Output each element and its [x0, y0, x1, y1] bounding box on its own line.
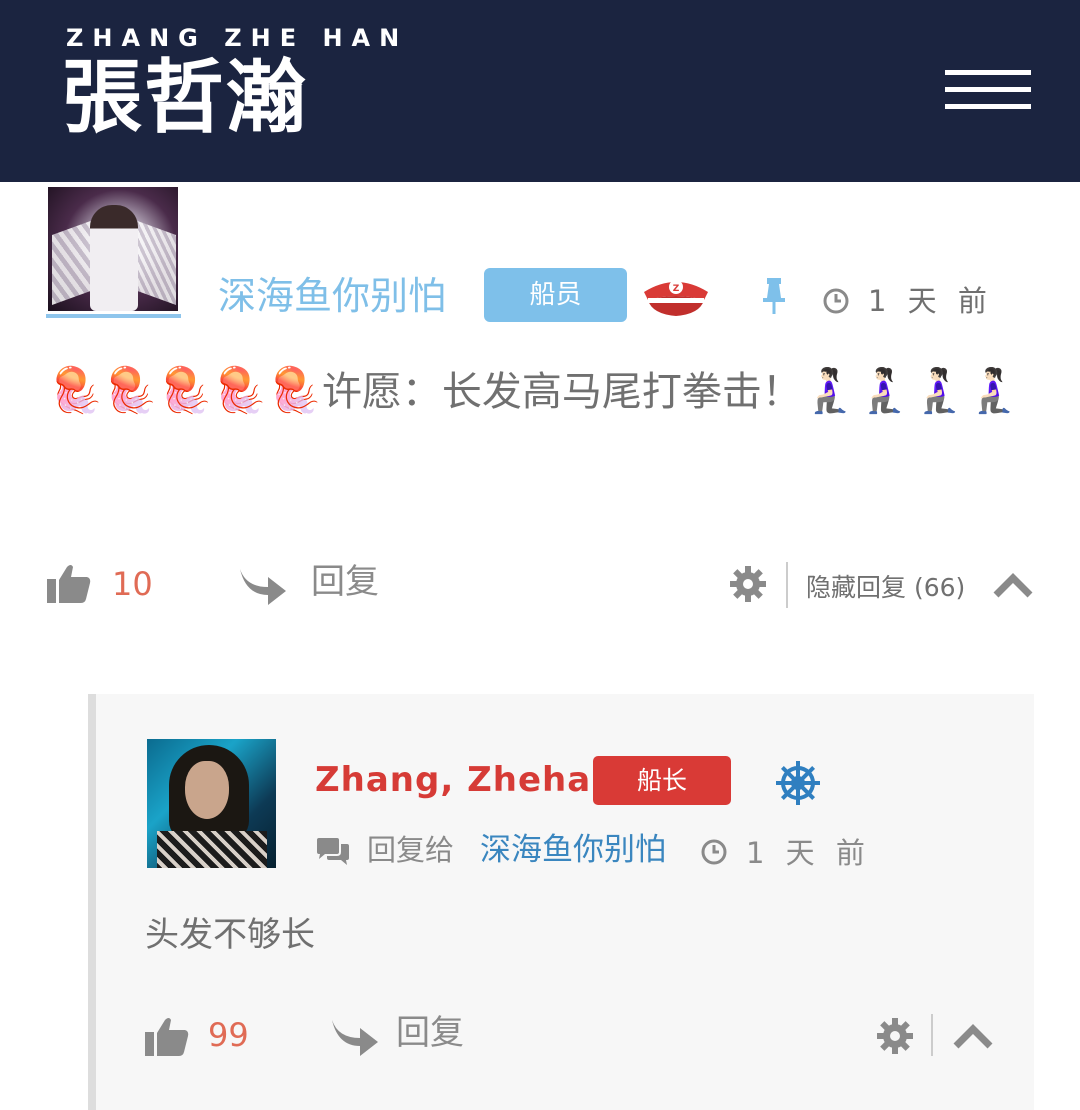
site-header: ZHANG ZHE HAN 張哲瀚	[0, 0, 1080, 182]
divider	[786, 562, 788, 608]
reply-username[interactable]: Zhang, Zhehan	[315, 758, 616, 802]
hide-replies-toggle[interactable]: 隐藏回复 (66)	[806, 568, 965, 608]
reply-body: 头发不够长	[145, 915, 315, 955]
reply-arrow-icon[interactable]	[330, 1016, 380, 1056]
brand-english[interactable]: ZHANG ZHE HAN	[66, 24, 408, 52]
reply-like-count: 99	[208, 1016, 249, 1054]
svg-text:Z: Z	[673, 284, 680, 294]
reply-button[interactable]: 回复	[396, 1011, 464, 1055]
thumbs-up-icon[interactable]	[145, 1016, 189, 1056]
avatar[interactable]	[48, 187, 178, 311]
ship-wheel-icon	[776, 761, 820, 805]
captain-hat-icon: Z	[644, 280, 708, 316]
reply-role-badge: 船长	[593, 756, 731, 805]
kneeling-emojis: 🧎🏻‍♀️🧎🏻‍♀️🧎🏻‍♀️🧎🏻‍♀️	[801, 365, 1022, 416]
like-count: 10	[112, 565, 153, 603]
comment-body: 许愿：长发高马尾打拳击！	[321, 369, 802, 415]
reply-button[interactable]: 回复	[311, 560, 379, 604]
chevron-up-icon[interactable]	[993, 573, 1033, 599]
role-badge: 船员	[484, 268, 627, 322]
reply-time: 1 天 前	[746, 836, 871, 870]
hamburger-menu-icon[interactable]	[945, 70, 1031, 110]
brand-logo[interactable]: 張哲瀚	[62, 52, 308, 142]
pin-icon	[763, 278, 785, 314]
reply-arrow-icon[interactable]	[238, 565, 288, 605]
jellyfish-emojis: 🪼🪼🪼🪼🪼	[48, 365, 322, 416]
comment-text: 🪼🪼🪼🪼🪼许愿：长发高马尾打拳击！🧎🏻‍♀️🧎🏻‍♀️🧎🏻‍♀️🧎🏻‍♀️	[48, 360, 1028, 423]
reply-to-user-link[interactable]: 深海鱼你别怕	[480, 830, 666, 870]
avatar-underline	[46, 314, 181, 318]
clock-icon	[823, 288, 849, 314]
comment-time: 1 天 前	[868, 284, 993, 318]
comment-username[interactable]: 深海鱼你别怕	[218, 272, 446, 320]
gear-icon[interactable]	[730, 566, 766, 602]
reply-avatar[interactable]	[147, 739, 276, 868]
chevron-up-icon[interactable]	[953, 1024, 993, 1050]
reply-to-label: 回复给	[367, 833, 455, 867]
comments-icon	[317, 838, 349, 865]
divider	[931, 1014, 933, 1056]
clock-icon	[701, 839, 727, 865]
gear-icon[interactable]	[877, 1018, 913, 1054]
thumbs-up-icon[interactable]	[47, 563, 91, 603]
